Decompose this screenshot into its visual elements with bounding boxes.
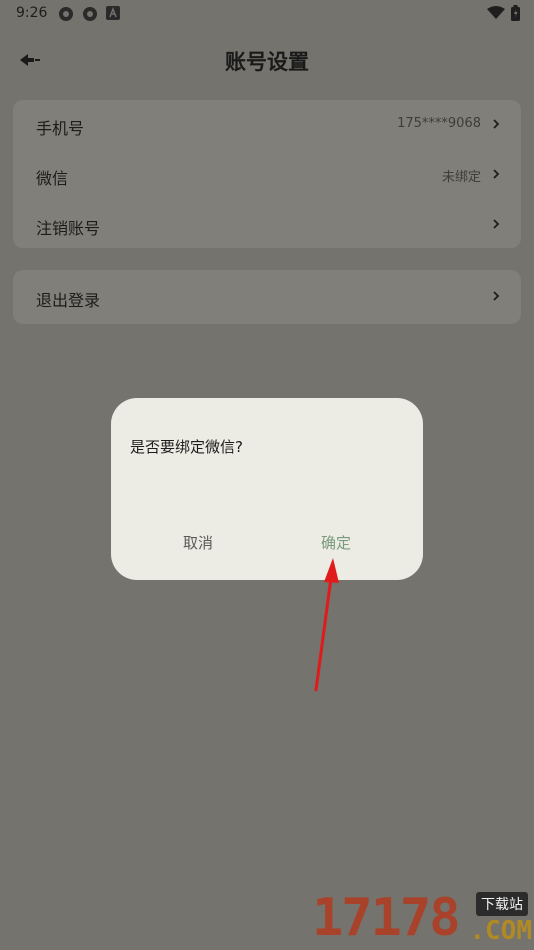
chevron-right-icon [493, 119, 500, 129]
row-delete-account[interactable]: 注销账号 [13, 200, 521, 250]
cancel-button[interactable]: 取消 [166, 532, 230, 553]
page-title: 账号设置 [225, 50, 309, 74]
chevron-right-icon [493, 219, 500, 229]
watermark-number: 17178 [312, 888, 461, 948]
logout-card: 退出登录 [13, 270, 521, 324]
watermark-domain: .COM [469, 916, 532, 946]
chevron-right-icon [493, 291, 500, 301]
row-label: 手机号 [36, 119, 85, 138]
row-label: 注销账号 [36, 219, 101, 238]
a-icon [106, 6, 120, 20]
status-bar: 9:26 [0, 0, 534, 28]
row-label: 微信 [36, 169, 69, 188]
battery-icon [511, 5, 520, 21]
watermark-badge: 下载站 [476, 892, 528, 916]
status-time: 9:26 [16, 5, 48, 21]
dialog-message: 是否要绑定微信? [130, 438, 243, 456]
confirm-button[interactable]: 确定 [304, 532, 368, 553]
row-value: 未绑定 [441, 170, 481, 185]
account-settings-card: 手机号 175****9068 微信 未绑定 注销账号 [13, 100, 521, 248]
status-system-icons [487, 5, 520, 21]
app-icon [83, 7, 97, 21]
wifi-icon [487, 6, 505, 19]
row-label: 退出登录 [36, 291, 101, 310]
row-logout[interactable]: 退出登录 [13, 272, 521, 322]
watermark-logo: 17178 下载站 .COM [306, 884, 534, 950]
row-phone[interactable]: 手机号 175****9068 [13, 100, 521, 150]
row-value: 175****9068 [397, 116, 481, 131]
row-wechat[interactable]: 微信 未绑定 [13, 150, 521, 200]
app-icon [59, 7, 73, 21]
bind-wechat-dialog: 是否要绑定微信? 取消 确定 [111, 398, 423, 580]
chevron-right-icon [493, 169, 500, 179]
status-notification-icons [58, 6, 120, 22]
header: 账号设置 [0, 40, 534, 82]
